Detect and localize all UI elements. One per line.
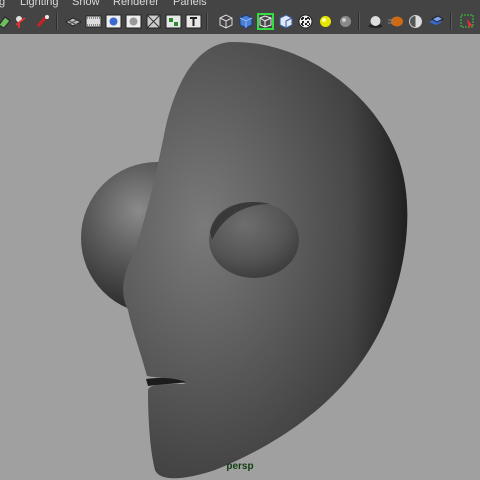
menu-lighting[interactable]: Lighting [20,0,59,8]
film-gate-icon[interactable] [85,13,102,30]
panel-toolbar [0,10,480,34]
depth-of-field-icon[interactable] [427,13,444,30]
use-lights-icon[interactable] [317,13,334,30]
antialias-icon[interactable] [407,13,424,30]
image-plane-icon[interactable] [34,13,51,30]
safe-title-icon[interactable] [185,13,202,30]
ambient-occlusion-icon[interactable] [367,13,384,30]
wireframe-icon[interactable] [217,13,234,30]
menu-panels[interactable]: Panels [173,0,207,8]
toolbar-separator [206,13,208,30]
bookmark-icon[interactable] [13,13,30,30]
select-camera-icon[interactable] [0,13,13,30]
shaded-wireframe-icon[interactable] [257,13,274,30]
mask-model[interactable] [0,34,480,480]
camera-name-label: persp [226,461,254,472]
default-material-icon[interactable] [277,13,294,30]
menu-view[interactable]: g [0,0,5,8]
isolate-select-icon[interactable] [459,13,476,30]
safe-action-icon[interactable] [165,13,182,30]
panel-menu-bar: g Lighting Show Renderer Panels [0,0,480,10]
toolbar-separator [358,13,360,30]
menu-renderer[interactable]: Renderer [113,0,159,8]
menu-show[interactable]: Show [72,0,100,8]
shadows-icon[interactable] [337,13,354,30]
resolution-gate-icon[interactable] [105,13,122,30]
motion-blur-icon[interactable] [387,13,404,30]
smooth-shade-icon[interactable] [237,13,254,30]
gate-mask-icon[interactable] [125,13,142,30]
field-chart-icon[interactable] [145,13,162,30]
textured-icon[interactable] [297,13,314,30]
perspective-viewport[interactable]: persp [0,34,480,480]
toolbar-separator [450,13,452,30]
grid-icon[interactable] [65,13,82,30]
toolbar-separator [56,13,58,30]
